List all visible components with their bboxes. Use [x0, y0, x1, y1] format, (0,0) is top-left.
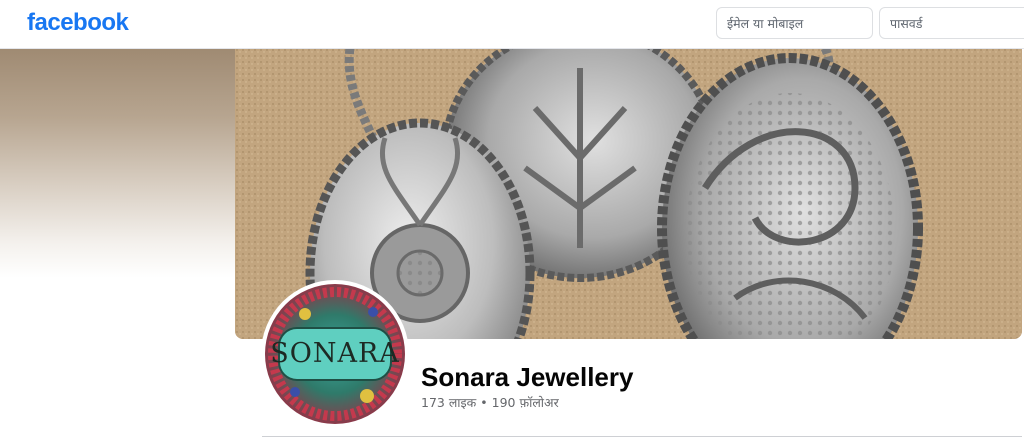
- page-stats: 173 लाइक • 190 फ़ॉलोअर: [421, 394, 559, 411]
- sonara-logo: SONARA: [265, 284, 405, 424]
- page-title[interactable]: Sonara Jewellery: [421, 362, 633, 393]
- email-input[interactable]: [716, 7, 873, 39]
- password-input[interactable]: [879, 7, 1024, 39]
- divider: [262, 436, 1022, 437]
- profile-picture[interactable]: SONARA: [261, 280, 409, 428]
- logo-lettering: SONARA: [270, 338, 400, 369]
- followers-count[interactable]: 190 फ़ॉलोअर: [492, 395, 559, 410]
- stats-separator: •: [476, 395, 492, 410]
- cover-backdrop-gradient: [0, 48, 235, 278]
- likes-count[interactable]: 173 लाइक: [421, 395, 476, 410]
- top-navigation-bar: facebook: [0, 0, 1024, 49]
- facebook-logo[interactable]: facebook: [27, 9, 129, 37]
